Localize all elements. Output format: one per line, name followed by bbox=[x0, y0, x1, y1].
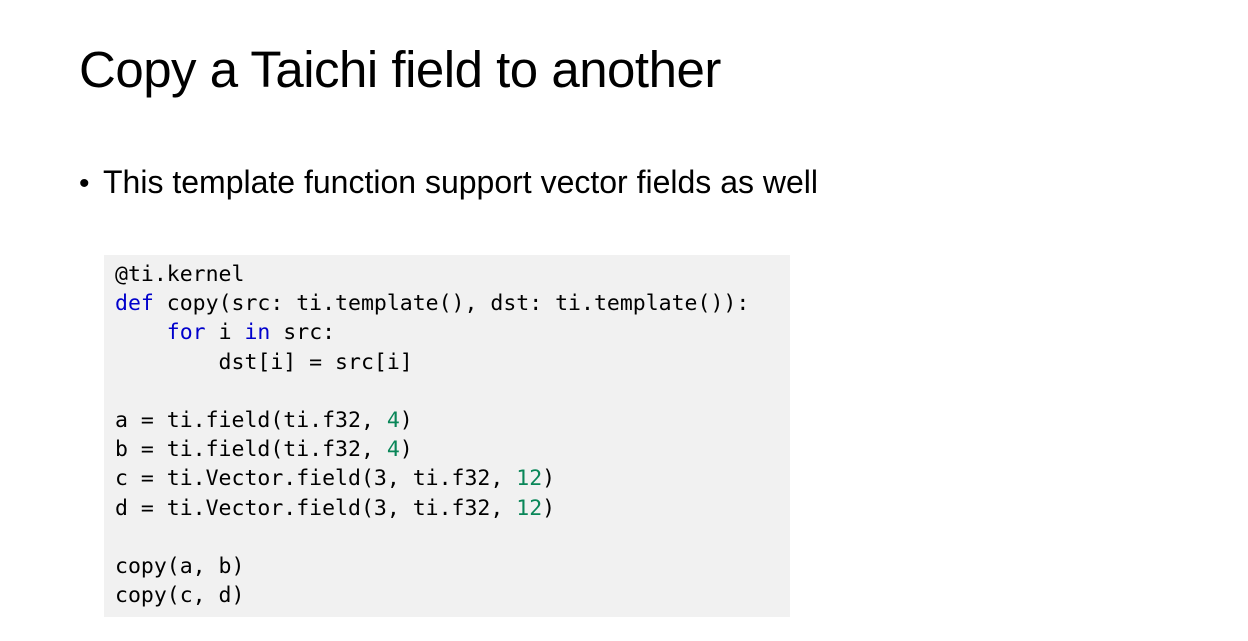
code-text: b = ti.field(ti.f32, bbox=[115, 437, 387, 463]
code-text: ) bbox=[399, 437, 413, 463]
bullet-dot-icon: • bbox=[79, 167, 90, 200]
code-text: copy(src: ti.template(), dst: ti.templat… bbox=[153, 291, 750, 317]
code-line: a = ti.field(ti.f32, 4) bbox=[115, 406, 790, 435]
code-line: copy(c, d) bbox=[115, 581, 790, 610]
code-text: a = ti.field(ti.f32, bbox=[115, 407, 387, 433]
code-text: copy(c, d) bbox=[115, 583, 245, 609]
code-number: 12 bbox=[516, 495, 543, 521]
code-line: @ti.kernel bbox=[115, 260, 790, 289]
code-block: @ti.kernel def copy(src: ti.template(), d… bbox=[104, 255, 790, 617]
code-keyword: for bbox=[166, 320, 206, 346]
code-number: 4 bbox=[386, 407, 400, 433]
code-text: src: bbox=[270, 320, 336, 346]
code-text: ) bbox=[542, 495, 556, 521]
code-line: def copy(src: ti.template(), dst: ti.tem… bbox=[115, 289, 790, 318]
code-line: c = ti.Vector.field(3, ti.f32, 12) bbox=[115, 464, 790, 493]
slide-title: Copy a Taichi field to another bbox=[79, 41, 721, 98]
code-number: 12 bbox=[516, 466, 543, 492]
code-text: @ti.kernel bbox=[115, 262, 245, 287]
code-line: for i in src: bbox=[115, 318, 790, 347]
code-text: ) bbox=[542, 466, 556, 492]
code-line: copy(a, b) bbox=[115, 552, 790, 581]
code-text: dst[i] = src[i] bbox=[115, 349, 413, 375]
code-line: dst[i] = src[i] bbox=[115, 348, 790, 377]
code-text: i bbox=[205, 320, 245, 346]
code-text: c = ti.Vector.field(3, ti.f32, bbox=[115, 466, 517, 492]
code-number: 4 bbox=[386, 437, 400, 463]
code-text: d = ti.Vector.field(3, ti.f32, bbox=[115, 495, 517, 521]
code-line: d = ti.Vector.field(3, ti.f32, 12) bbox=[115, 494, 790, 523]
bullet-text: This template function support vector fi… bbox=[103, 164, 818, 200]
code-line: b = ti.field(ti.f32, 4) bbox=[115, 435, 790, 464]
code-text: copy(a, b) bbox=[115, 553, 245, 579]
bullet-item: • This template function support vector … bbox=[79, 160, 818, 206]
code-text: ) bbox=[399, 407, 413, 433]
code-keyword: in bbox=[244, 320, 271, 346]
code-keyword: def bbox=[115, 291, 154, 317]
